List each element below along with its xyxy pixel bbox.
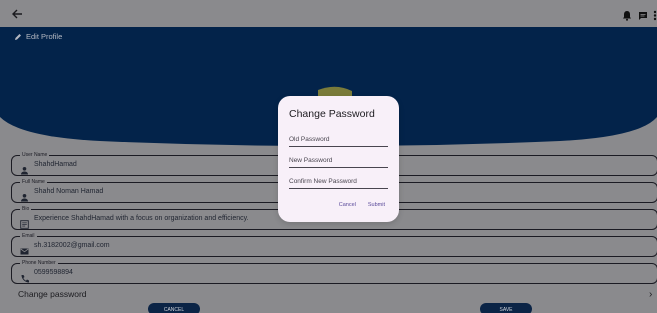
confirm-password-field[interactable]: [289, 169, 388, 189]
phone-icon: [20, 270, 29, 283]
confirm-password-input[interactable]: [289, 169, 388, 188]
field-value: Experience ShahdHamad with a focus on or…: [34, 215, 249, 222]
dialog-title: Change Password: [289, 108, 375, 120]
change-password-dialog: Change Password Cancel Submit: [278, 96, 399, 222]
field-value: 0599598894: [34, 269, 73, 276]
article-icon: [20, 216, 29, 229]
field-label: Full Name: [20, 178, 47, 186]
page-title: Edit Profile: [26, 32, 63, 41]
field-value: sh.3182002@gmail.com: [34, 242, 110, 249]
bell-icon[interactable]: [622, 8, 632, 21]
field-value: Shahd Noman Hamad: [34, 188, 104, 195]
arrow-left-icon[interactable]: [10, 7, 24, 21]
chat-icon[interactable]: [638, 8, 648, 20]
email-icon: [20, 243, 29, 255]
old-password-field[interactable]: [289, 127, 388, 147]
save-button[interactable]: SAVE: [480, 303, 532, 313]
new-password-field[interactable]: [289, 148, 388, 168]
chevron-right-icon[interactable]: ›: [649, 289, 652, 300]
change-password-link[interactable]: Change password: [18, 289, 87, 299]
dialog-cancel-button[interactable]: Cancel: [339, 202, 356, 208]
app-bar: [0, 0, 657, 27]
person-icon: [20, 162, 29, 175]
pencil-icon: [14, 33, 22, 41]
email-field[interactable]: Email sh.3182002@gmail.com: [11, 232, 657, 257]
dialog-submit-button[interactable]: Submit: [368, 202, 385, 208]
person-icon: [20, 189, 29, 202]
more-vert-icon[interactable]: [652, 8, 657, 21]
phone-field[interactable]: Phone Number 0599598894: [11, 259, 657, 284]
field-label: User Name: [20, 151, 50, 159]
field-label: Phone Number: [20, 259, 58, 267]
dialog-actions: Cancel Submit: [339, 202, 385, 208]
old-password-input[interactable]: [289, 127, 388, 146]
field-label: Bio: [20, 205, 32, 213]
new-password-input[interactable]: [289, 148, 388, 167]
field-label: Email: [20, 232, 37, 240]
cancel-button[interactable]: CANCEL: [148, 303, 200, 313]
field-value: ShahdHamad: [34, 161, 77, 168]
edit-profile-title: Edit Profile: [14, 32, 62, 41]
